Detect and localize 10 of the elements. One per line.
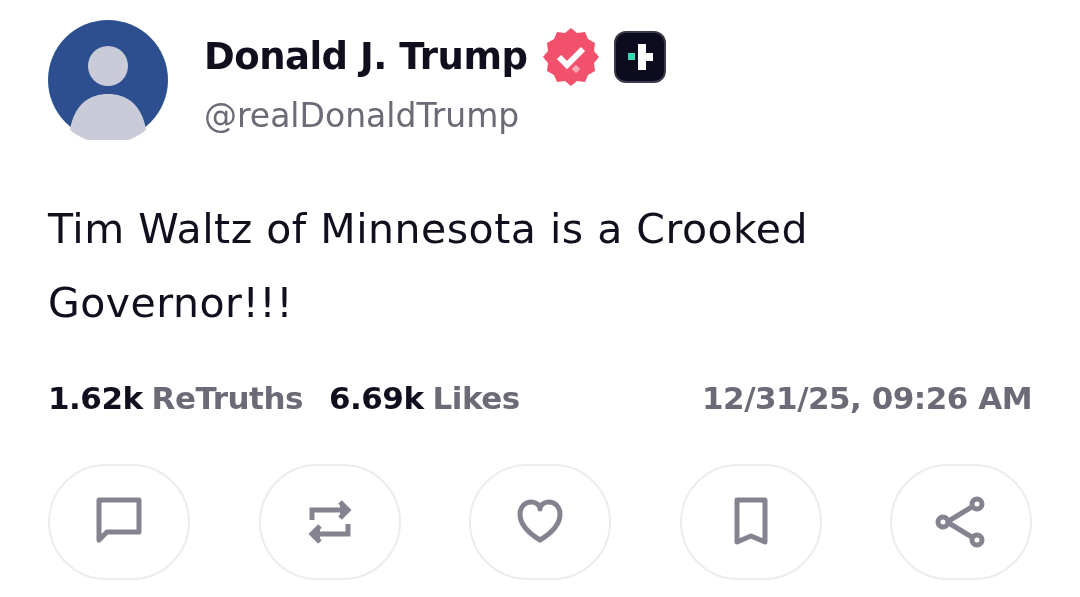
stat-count: 6.69k bbox=[328, 380, 424, 416]
post-text: Tim Waltz of Minnesota is a Crooked Governor!!! bbox=[48, 204, 810, 329]
stat-label[interactable]: ReTruths bbox=[151, 380, 303, 416]
author-name[interactable]: Donald J. Trump bbox=[204, 35, 528, 78]
author-handle[interactable]: @realDonaldTrump bbox=[204, 95, 666, 135]
avatar[interactable] bbox=[48, 20, 168, 140]
timestamp: 12/31/25, 09:26 AM bbox=[702, 380, 1032, 416]
stat-count: 1.62k bbox=[48, 380, 143, 416]
plus-badge-icon bbox=[613, 30, 666, 83]
stat-label[interactable]: Likes bbox=[432, 380, 520, 416]
